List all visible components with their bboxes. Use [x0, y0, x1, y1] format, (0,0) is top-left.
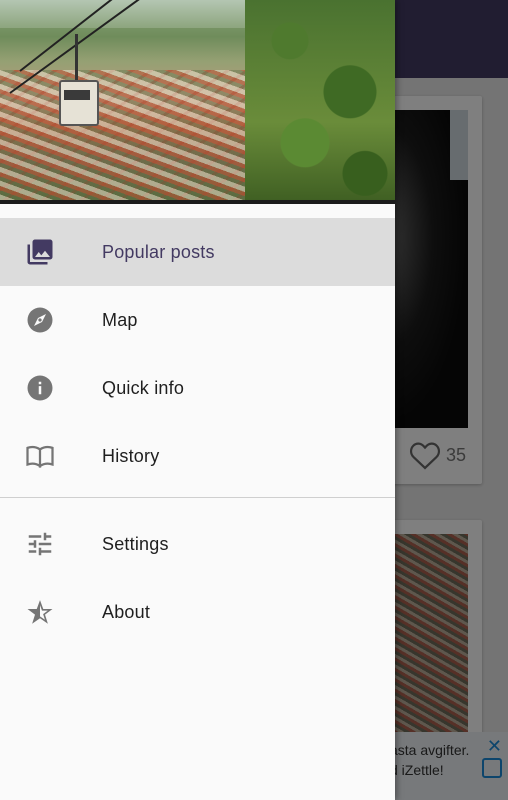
menu-divider [0, 497, 395, 498]
sliders-icon [24, 528, 56, 560]
menu-item-label: Quick info [102, 377, 185, 398]
info-icon [24, 372, 56, 404]
photo-library-icon [24, 236, 56, 268]
navigation-drawer: Popular posts Map Quick info History Set… [0, 0, 395, 800]
menu-item-about[interactable]: About [0, 578, 395, 646]
menu-item-settings[interactable]: Settings [0, 510, 395, 578]
menu-item-history[interactable]: History [0, 422, 395, 490]
menu-item-label: Settings [102, 533, 169, 554]
book-icon [24, 440, 56, 472]
menu-item-label: About [102, 601, 151, 622]
compass-icon [24, 304, 56, 336]
menu-item-quick-info[interactable]: Quick info [0, 354, 395, 422]
star-icon [24, 596, 56, 628]
menu-item-map[interactable]: Map [0, 286, 395, 354]
drawer-header-image [0, 0, 395, 204]
menu-item-label: Popular posts [102, 241, 215, 262]
drawer-menu: Popular posts Map Quick info History Set… [0, 218, 395, 646]
menu-item-label: History [102, 445, 160, 466]
menu-item-label: Map [102, 309, 138, 330]
cable-car [59, 80, 99, 126]
menu-item-popular-posts[interactable]: Popular posts [0, 218, 395, 286]
